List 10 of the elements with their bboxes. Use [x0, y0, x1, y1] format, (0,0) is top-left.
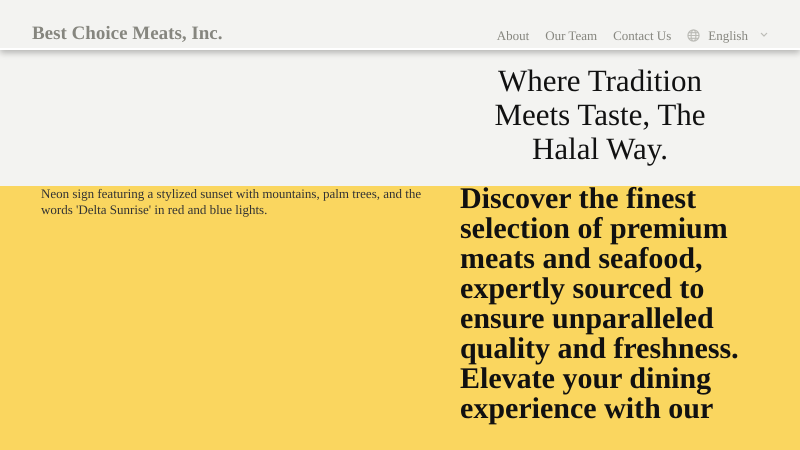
nav-link[interactable]: Our Team: [545, 26, 598, 45]
hero-tagline: Where Tradition Meets Taste, The Halal Way.: [493, 64, 707, 168]
globe-icon: [687, 28, 700, 42]
hero-paragraph: Discover the finest selection of premium meats and seafood, expertly sourced to ensure unparalleled quality and freshness. Elevate your dining experience with our: [460, 184, 740, 424]
nav-link[interactable]: Contact Us: [613, 26, 672, 45]
chevron-icon: [760, 32, 768, 38]
language-selector[interactable]: English: [687, 26, 768, 45]
image-alt-text: Neon sign featuring a stylized sunset with mountains, palm trees, and the words 'Delta Sunrise' in red and blue lights.: [41, 186, 422, 219]
nav-link[interactable]: About: [496, 26, 530, 45]
site-logo[interactable]: Best Choice Meats, Inc.: [32, 24, 222, 45]
